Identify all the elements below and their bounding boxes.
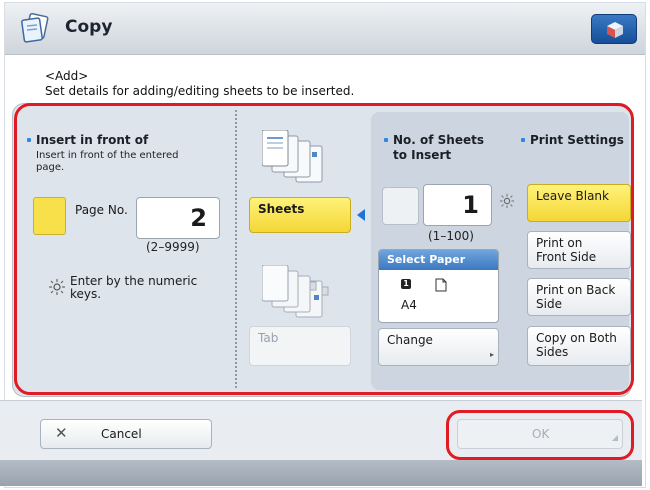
page-no-range: (2–9999) (146, 240, 200, 254)
copy-both-sides-button[interactable]: Copy on Both Sides (527, 326, 631, 366)
tab-stack-icon (261, 264, 344, 327)
paper-tray-icon: 1 (401, 279, 411, 289)
copy-app-icon (19, 12, 53, 44)
select-paper-panel: Select Paper 1 A4 (378, 249, 499, 323)
sheets-button-label: Sheets (258, 202, 305, 216)
change-paper-button[interactable]: Change ▸ (378, 328, 499, 366)
sheets-count-range: (1–100) (428, 229, 474, 243)
status-footer (0, 460, 642, 486)
sheets-heading-line-2: to Insert (393, 148, 452, 162)
more-options-icon: ▸ (489, 350, 494, 359)
sheets-heading-line-1: No. of Sheets (393, 133, 485, 147)
description-line-2: page. (36, 162, 65, 173)
leave-blank-button[interactable]: Leave Blank (527, 184, 631, 222)
insert-front-description: Insert in front of the entered page. (36, 150, 179, 174)
instruction-line-1: <Add> (45, 69, 89, 83)
confirm-corner-icon: ◢ (611, 433, 618, 442)
page-no-input[interactable]: 2 (136, 197, 220, 239)
option-line-2: Front Side (536, 250, 597, 264)
selection-arrow-icon (357, 209, 365, 221)
option-line-1: Print on (536, 236, 583, 250)
title-bar: Copy (5, 3, 645, 55)
instruction-line-2: Set details for adding/editing sheets to… (45, 84, 355, 98)
tab-button-label: Tab (258, 331, 279, 345)
sheets-stack-icon (261, 129, 342, 192)
print-front-side-button[interactable]: Print on Front Side (527, 231, 631, 269)
sheets-to-insert-heading: No. of Sheets to Insert (383, 133, 485, 163)
numeric-keys-icon-2 (499, 193, 515, 213)
instructions: <Add> Set details for adding/editing she… (45, 69, 354, 99)
page-title: Copy (65, 17, 113, 37)
counter-check-button[interactable] (591, 14, 637, 44)
option-line-1: Leave Blank (536, 189, 609, 203)
option-line-2: Side (536, 297, 562, 311)
insert-front-heading: Insert in front of (26, 133, 149, 147)
option-line-1: Copy on Both (536, 331, 617, 345)
sheets-count-input[interactable]: 1 (423, 184, 492, 226)
sheets-button[interactable]: Sheets (249, 197, 351, 233)
select-paper-header: Select Paper (379, 250, 498, 270)
option-line-1: Print on Back (536, 283, 616, 297)
counter-check-icon (607, 22, 623, 38)
page-no-label: Page No. (75, 203, 128, 217)
description-line-1: Insert in front of the entered (36, 150, 179, 161)
paper-orientation-icon (435, 277, 447, 296)
tab-button[interactable]: Tab (249, 326, 351, 366)
option-line-2: Sides (536, 345, 569, 359)
page-no-selected-indicator (33, 197, 66, 235)
ok-button[interactable]: OK ◢ (457, 419, 623, 449)
cancel-button-label: Cancel (101, 427, 142, 441)
sheets-count-indicator (382, 187, 419, 225)
numeric-keys-icon (48, 278, 66, 300)
change-button-label: Change (387, 333, 433, 347)
ok-button-label: OK (532, 427, 550, 441)
column-divider (235, 110, 237, 388)
paper-size: A4 (401, 298, 417, 312)
numeric-keys-hint: Enter by the numeric keys. (70, 275, 197, 301)
cancel-button[interactable]: ✕ Cancel (40, 419, 212, 449)
close-icon: ✕ (55, 424, 68, 442)
print-back-side-button[interactable]: Print on Back Side (527, 278, 631, 316)
hint-line-2: keys. (70, 287, 102, 301)
print-settings-heading: Print Settings (521, 133, 624, 147)
